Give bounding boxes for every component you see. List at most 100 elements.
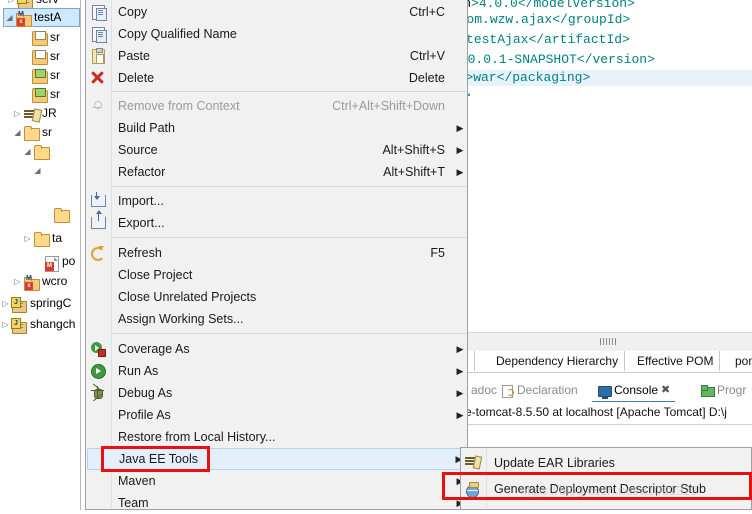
tree-expand-arrow-open-icon[interactable]: ◢ — [32, 161, 43, 180]
menu-item-label: Debug As — [118, 386, 173, 400]
tree-item[interactable]: sr — [20, 66, 80, 85]
menu-icon-spacer — [87, 406, 112, 424]
view-sash[interactable] — [465, 332, 752, 352]
editor-line[interactable]: ctId>testAjax</artifactId> — [465, 32, 630, 48]
submenu-arrow-icon: ▶ — [456, 122, 464, 133]
tree-expand-arrow-open-icon[interactable]: ◢ — [12, 123, 23, 142]
pom-editor-tab[interactable]: Dependency Hierarchy — [490, 351, 626, 371]
sash-grip-icon[interactable] — [599, 338, 618, 345]
coverage-icon — [87, 340, 112, 358]
menu-item[interactable]: Import... — [87, 190, 467, 212]
view-tab[interactable]: Console ✖ — [592, 380, 676, 403]
view-tab[interactable]: Progr — [695, 380, 751, 401]
pom-editor-tab[interactable]: pom.xml — [729, 351, 752, 371]
menu-item-label: Remove from Context — [118, 99, 240, 113]
menu-item[interactable]: Restore from Local History... — [87, 426, 467, 448]
tree-item[interactable]: ◢ sr — [12, 123, 80, 142]
menu-item[interactable]: Paste Ctrl+V — [87, 45, 467, 67]
close-icon[interactable]: ✖ — [661, 380, 670, 401]
tree-expand-arrow-open-icon[interactable]: ◢ — [22, 142, 33, 161]
menu-item-accelerator: Alt+Shift+T — [383, 165, 445, 179]
tree-item-label: sr — [50, 68, 60, 82]
menu-item[interactable]: Copy Ctrl+C — [87, 1, 467, 23]
tree-item[interactable]: sr — [20, 85, 80, 104]
tree-item[interactable]: ◢ — [32, 161, 80, 180]
menu-item-label: Coverage As — [118, 342, 190, 356]
tree-item-label: testA — [34, 10, 62, 24]
pom-xml-editor[interactable]: rsion>4.0.0</modelVersion>d>com.wzw.ajax… — [465, 0, 752, 332]
tree-item[interactable]: Mpo — [32, 252, 80, 272]
tree-item-label: sr — [50, 49, 60, 63]
view-tab-label: Declaration — [517, 383, 578, 397]
tree-item[interactable]: ▷ Mx wcro — [12, 272, 80, 291]
editor-line[interactable]: d>com.wzw.ajax</groupId> — [465, 12, 630, 28]
editor-line[interactable]: rsion>4.0.0</modelVersion> — [465, 0, 635, 12]
copy-qualified-icon — [87, 25, 112, 43]
menu-icon-spacer — [87, 494, 112, 512]
menu-item[interactable]: Assign Working Sets... — [87, 308, 467, 330]
menu-item-accelerator: Alt+Shift+S — [382, 143, 445, 157]
menu-separator — [112, 186, 466, 187]
editor-line[interactable]: n>0.0.1-SNAPSHOT</version> — [465, 52, 655, 68]
pom-file-icon: M — [43, 254, 60, 272]
tree-item[interactable]: ▷ Jshangch — [0, 315, 80, 334]
tree-item[interactable] — [42, 205, 80, 224]
menu-item[interactable]: Build Path ▶ — [87, 117, 467, 139]
pom-editor-tab[interactable]: Effective POM — [631, 351, 721, 371]
tree-item[interactable]: sr — [20, 28, 80, 47]
menu-separator — [112, 237, 466, 238]
tree-item[interactable]: ◢ Mx testA — [3, 8, 80, 27]
menu-item[interactable]: Coverage As ▶ — [87, 338, 467, 360]
pom-editor-tabbar[interactable]: ciesDependency HierarchyEffective POMpom… — [447, 351, 752, 373]
menu-item[interactable]: Source Alt+Shift+S ▶ — [87, 139, 467, 161]
view-tabbar[interactable]: adoc Declaration Console ✖ Progr — [456, 380, 752, 403]
menu-item-label: Export... — [118, 216, 165, 230]
tree-expand-arrow-closed-icon[interactable]: ▷ — [0, 294, 11, 313]
tree-item[interactable]: ▷ JspringC — [0, 294, 80, 313]
menu-item-label: Team — [118, 496, 149, 510]
menu-item[interactable]: Close Project — [87, 264, 467, 286]
tree-item[interactable]: ▷ ta — [22, 229, 80, 248]
menu-item-accelerator: Ctrl+C — [409, 5, 445, 19]
menu-item[interactable]: Debug As ▶ — [87, 382, 467, 404]
menu-separator — [112, 333, 466, 334]
view-tab[interactable]: Declaration — [495, 380, 583, 401]
delete-icon — [87, 69, 112, 87]
menu-icon-spacer — [87, 119, 112, 137]
context-menu[interactable]: Copy Ctrl+C Copy Qualified Name Paste Ctrl+V… — [85, 0, 468, 510]
menu-item[interactable]: Delete Delete — [87, 67, 467, 89]
tree-expand-arrow-open-icon[interactable]: ◢ — [4, 8, 15, 27]
menu-item[interactable]: Refactor Alt+Shift+T ▶ — [87, 161, 467, 183]
menu-item[interactable]: Team▶ — [87, 492, 467, 514]
submenu-arrow-icon: ▶ — [456, 409, 464, 420]
tree-expand-arrow-closed-icon[interactable]: ▷ — [0, 315, 11, 334]
package-explorer-tree[interactable]: ▷Jserv◢MxtestAsrsrsrsr▷JR◢sr◢◢▷taMpo▷Mxw… — [0, 0, 81, 510]
package-folder-icon — [31, 30, 48, 46]
tree-item-label: sr — [42, 125, 52, 139]
tree-item[interactable]: ▷ JR — [12, 104, 80, 123]
tree-expand-arrow-closed-icon[interactable]: ▷ — [22, 229, 33, 248]
refresh-icon — [87, 244, 112, 262]
submenu-arrow-icon: ▶ — [456, 166, 464, 177]
menu-item-label: Assign Working Sets... — [118, 312, 244, 326]
menu-item[interactable]: Copy Qualified Name — [87, 23, 467, 45]
menu-item-accelerator: F5 — [430, 246, 445, 260]
tree-expand-arrow-closed-icon[interactable]: ▷ — [12, 104, 23, 123]
tree-item[interactable]: ◢ — [22, 142, 80, 161]
menu-item-label: Refresh — [118, 246, 162, 260]
console-icon — [597, 384, 612, 399]
menu-item[interactable]: Export... — [87, 210, 467, 234]
menu-item[interactable]: Refresh F5 — [87, 242, 467, 264]
menu-icon-spacer — [87, 428, 112, 446]
tree-item-label: sr — [50, 30, 60, 44]
menu-item[interactable]: Run As ▶ — [87, 360, 467, 382]
menu-item[interactable]: Profile As ▶ — [87, 404, 467, 426]
tree-item[interactable]: sr — [20, 47, 80, 66]
editor-line[interactable]: ing>war</packaging> — [465, 70, 590, 86]
tree-item-label: shangch — [30, 317, 76, 331]
menu-item[interactable]: Maven▶ — [87, 470, 467, 492]
menu-item-accelerator: Delete — [408, 71, 445, 85]
ear-library-icon — [462, 454, 487, 472]
menu-item[interactable]: Close Unrelated Projects — [87, 286, 467, 308]
tree-expand-arrow-closed-icon[interactable]: ▷ — [12, 272, 23, 291]
